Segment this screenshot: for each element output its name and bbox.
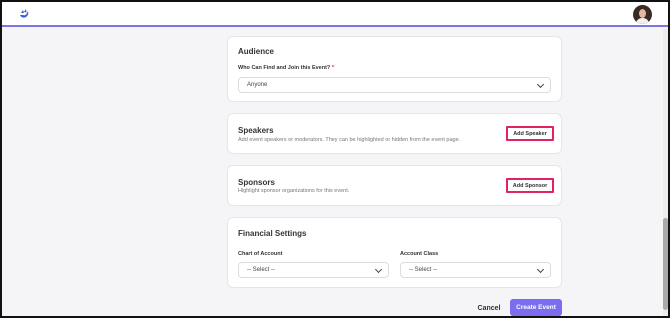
sponsors-card: Sponsors Highlight sponsor organizations… — [227, 165, 562, 206]
scrollbar-thumb[interactable] — [663, 218, 668, 310]
brand-logo-icon[interactable] — [18, 8, 30, 20]
sponsors-title: Sponsors — [238, 178, 275, 187]
create-event-button[interactable]: Create Event — [510, 299, 562, 316]
avatar-body — [636, 18, 649, 24]
audience-select[interactable]: Anyone — [238, 77, 551, 93]
audience-title: Audience — [238, 47, 275, 56]
top-navigation-bar — [2, 2, 668, 27]
required-mark: * — [331, 65, 334, 71]
chart-of-account-select[interactable]: -- Select -- — [238, 262, 389, 278]
audience-field-label-text: Who Can Find and Join this Event? — [238, 65, 331, 71]
speakers-card: Speakers Add event speakers or moderator… — [227, 113, 562, 154]
avatar-face — [639, 9, 646, 18]
financial-settings-card: Financial Settings Chart of Account -- S… — [227, 217, 562, 288]
audience-card: Audience Who Can Find and Join this Even… — [227, 36, 562, 102]
account-class-label: Account Class — [400, 251, 439, 257]
sponsors-description: Highlight sponsor organizations for this… — [238, 188, 350, 194]
speakers-description: Add event speakers or moderators. They c… — [238, 137, 461, 143]
speakers-title: Speakers — [238, 126, 274, 135]
chevron-down-icon — [536, 265, 545, 274]
account-class-value: -- Select -- — [409, 267, 438, 273]
cancel-button[interactable]: Cancel — [474, 300, 504, 316]
audience-select-value: Anyone — [247, 82, 268, 88]
audience-field-label: Who Can Find and Join this Event? * — [238, 65, 334, 71]
add-sponsor-button[interactable]: Add Sponsor — [506, 178, 554, 193]
account-class-select[interactable]: -- Select -- — [400, 262, 551, 278]
add-speaker-button[interactable]: Add Speaker — [506, 126, 554, 141]
chart-of-account-value: -- Select -- — [247, 267, 276, 273]
chart-of-account-label: Chart of Account — [238, 251, 283, 257]
user-avatar-icon[interactable] — [633, 5, 652, 24]
chevron-down-icon — [374, 265, 383, 274]
financial-settings-title: Financial Settings — [238, 229, 307, 238]
chevron-down-icon — [536, 80, 545, 89]
